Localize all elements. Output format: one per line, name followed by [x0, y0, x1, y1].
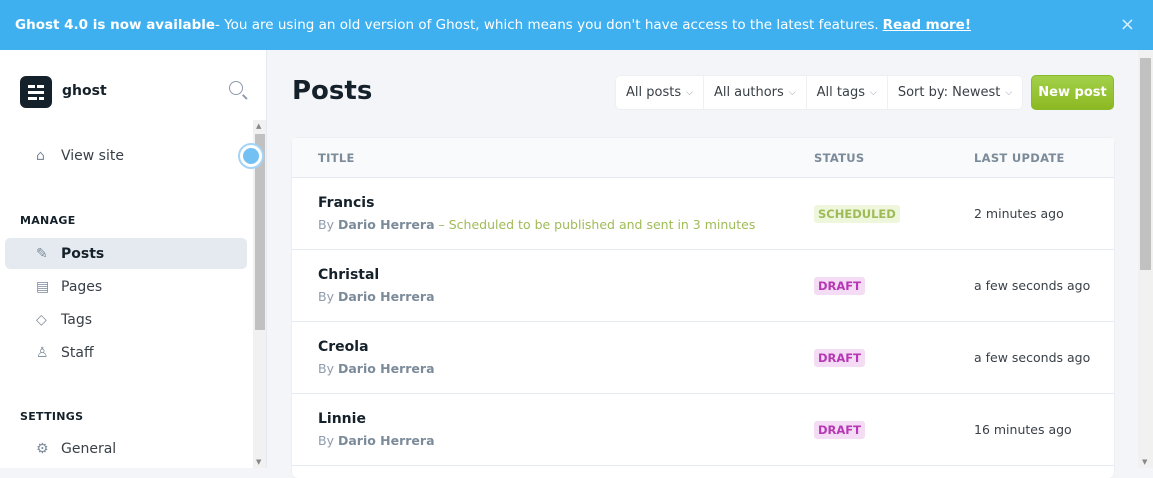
table-row[interactable]: Creola By Dario Herrera DRAFT a few seco…: [292, 322, 1114, 394]
chevron-down-icon: ⌵: [788, 87, 796, 98]
column-status: STATUS: [814, 151, 865, 165]
sidebar-item-staff[interactable]: ♙ Staff: [5, 337, 247, 368]
sort-dropdown[interactable]: Sort by: Newest ⌵: [888, 76, 1022, 109]
column-last-update: LAST UPDATE: [974, 151, 1065, 165]
post-title[interactable]: Christal: [318, 267, 379, 283]
chevron-down-icon: ⌵: [1005, 87, 1013, 98]
filter-tag-dropdown[interactable]: All tags ⌵: [807, 76, 888, 109]
banner-headline: Ghost 4.0 is now available: [15, 17, 216, 33]
filter-type-dropdown[interactable]: All posts ⌵: [616, 76, 704, 109]
sidebar: ghost ⌂ View site MANAGE ✎ Posts ▤ Pages ◇ T…: [0, 50, 267, 468]
staff-icon: ♙: [36, 345, 49, 361]
cursor-indicator: [238, 143, 264, 169]
sidebar-item-pages[interactable]: ▤ Pages: [5, 271, 247, 302]
manage-heading: MANAGE: [20, 214, 76, 227]
post-title[interactable]: Francis: [318, 195, 374, 211]
table-header: TITLE STATUS LAST UPDATE: [292, 138, 1114, 178]
filter-bar: All posts ⌵ All authors ⌵ All tags ⌵ Sort b…: [616, 76, 1023, 109]
post-title[interactable]: Linnie: [318, 411, 366, 427]
post-author: Dario Herrera: [337, 217, 435, 232]
tag-icon: ◇: [36, 312, 47, 328]
page-title: Posts: [292, 76, 373, 106]
main-scrollbar[interactable]: ▼: [1138, 50, 1153, 468]
sidebar-item-posts[interactable]: ✎ Posts: [5, 238, 247, 269]
sidebar-scrollbar[interactable]: ▲ ▼: [253, 120, 266, 468]
status-badge: DRAFT: [814, 421, 866, 439]
close-icon[interactable]: ×: [1120, 14, 1135, 35]
chevron-down-icon: ⌵: [686, 87, 693, 98]
search-icon[interactable]: [229, 81, 243, 95]
chevron-down-icon: ⌵: [869, 87, 877, 98]
post-meta: By Dario Herrera – Scheduled to be publi…: [318, 217, 756, 232]
site-name[interactable]: ghost: [62, 83, 107, 99]
table-row[interactable]: Francis By Dario Herrera – Scheduled to …: [292, 178, 1114, 250]
post-meta: By Dario Herrera: [318, 289, 435, 304]
status-badge: SCHEDULED: [814, 205, 900, 223]
table-row[interactable]: Christal By Dario Herrera DRAFT a few se…: [292, 250, 1114, 322]
column-title: TITLE: [318, 151, 355, 165]
sidebar-item-tags[interactable]: ◇ Tags: [5, 304, 247, 335]
schedule-note: – Scheduled to be published and sent in …: [434, 217, 756, 232]
post-meta: By Dario Herrera: [318, 433, 435, 448]
last-update: 2 minutes ago: [974, 206, 1064, 221]
status-badge: DRAFT: [814, 349, 866, 367]
gear-icon: ⚙: [36, 441, 49, 457]
sidebar-item-general[interactable]: ⚙ General: [5, 433, 247, 464]
ghost-logo[interactable]: [20, 76, 52, 108]
new-post-button[interactable]: New post: [1031, 75, 1114, 110]
pages-icon: ▤: [36, 279, 50, 295]
post-author: Dario Herrera: [337, 433, 435, 448]
posts-table: TITLE STATUS LAST UPDATE Francis By Dari…: [292, 138, 1114, 478]
posts-icon: ✎: [36, 246, 48, 262]
sidebar-item-view-site[interactable]: ⌂ View site: [5, 140, 247, 171]
update-banner: Ghost 4.0 is now available - You are usi…: [0, 0, 1153, 50]
last-update: a few seconds ago: [974, 350, 1091, 365]
read-more-link[interactable]: Read more!: [883, 17, 971, 33]
post-title[interactable]: Creola: [318, 339, 369, 355]
settings-heading: SETTINGS: [20, 410, 84, 423]
post-author: Dario Herrera: [337, 289, 435, 304]
filter-author-dropdown[interactable]: All authors ⌵: [704, 76, 807, 109]
status-badge: DRAFT: [814, 277, 866, 295]
post-author: Dario Herrera: [337, 361, 435, 376]
banner-text: - You are using an old version of Ghost,…: [215, 17, 879, 33]
home-icon: ⌂: [36, 148, 45, 164]
last-update: 16 minutes ago: [974, 422, 1072, 437]
table-row[interactable]: Linnie By Dario Herrera DRAFT 16 minutes…: [292, 394, 1114, 466]
post-meta: By Dario Herrera: [318, 361, 435, 376]
last-update: a few seconds ago: [974, 278, 1091, 293]
